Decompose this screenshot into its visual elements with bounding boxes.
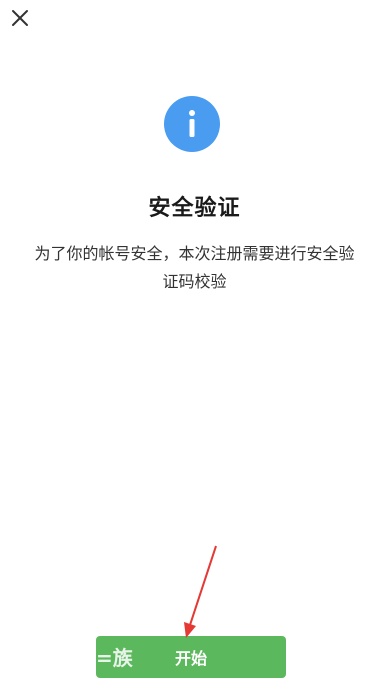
- close-icon: [12, 10, 28, 26]
- close-button[interactable]: [8, 6, 32, 30]
- info-icon: [164, 96, 220, 152]
- security-verification-page: 安全验证 为了你的帐号安全，本次注册需要进行安全验证码校验 开始 =族: [0, 0, 389, 694]
- verification-description: 为了你的帐号安全，本次注册需要进行安全验证码校验: [34, 244, 355, 291]
- start-button[interactable]: 开始: [96, 636, 286, 678]
- page-title: 安全验证: [148, 196, 241, 221]
- start-button-label: 开始: [174, 649, 207, 668]
